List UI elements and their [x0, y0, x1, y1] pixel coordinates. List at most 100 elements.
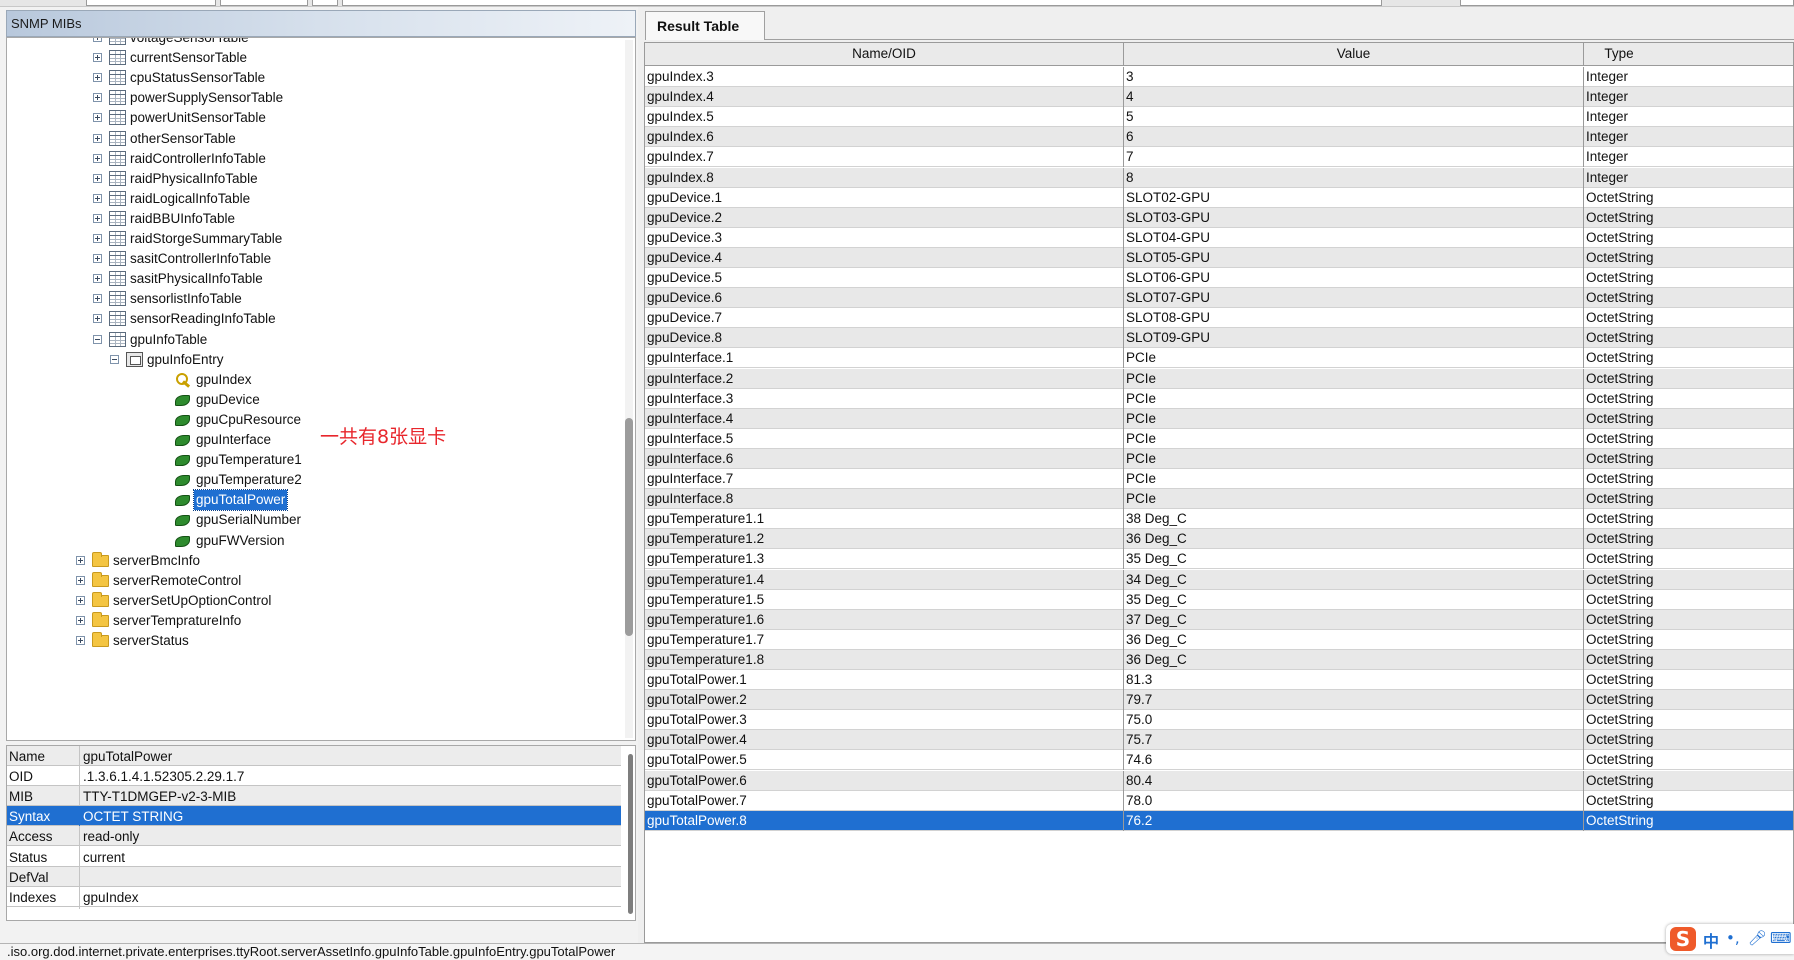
- table-row[interactable]: gpuTotalPower.5 74.6 OctetString: [645, 750, 1793, 771]
- property-row[interactable]: DefVal: [7, 866, 621, 889]
- table-row[interactable]: gpuIndex.5 5 Integer: [645, 107, 1793, 128]
- table-row[interactable]: gpuTemperature1.8 36 Deg_C OctetString: [645, 649, 1793, 670]
- expand-icon[interactable]: [93, 254, 102, 264]
- tree-node[interactable]: serverStatus: [7, 631, 537, 651]
- toolbar-field[interactable]: [1460, 0, 1794, 6]
- ime-logo-icon[interactable]: S: [1670, 927, 1696, 951]
- table-row[interactable]: gpuInterface.3 PCIe OctetString: [645, 388, 1793, 409]
- keyboard-icon[interactable]: ⌨: [1770, 929, 1792, 947]
- tree-node[interactable]: gpuTemperature2: [7, 470, 537, 490]
- expand-icon[interactable]: [93, 113, 102, 123]
- table-row[interactable]: gpuTemperature1.1 38 Deg_C OctetString: [645, 509, 1793, 530]
- column-header-value[interactable]: Value: [1124, 43, 1584, 66]
- table-row[interactable]: gpuIndex.6 6 Integer: [645, 127, 1793, 148]
- table-row[interactable]: gpuDevice.4 SLOT05-GPU OctetString: [645, 247, 1793, 268]
- expand-icon[interactable]: [93, 38, 102, 42]
- table-row[interactable]: gpuDevice.6 SLOT07-GPU OctetString: [645, 288, 1793, 309]
- table-row[interactable]: gpuInterface.7 PCIe OctetString: [645, 469, 1793, 490]
- expand-icon[interactable]: [93, 213, 102, 223]
- tree-node[interactable]: raidPhysicalInfoTable: [7, 169, 537, 189]
- tree-node[interactable]: sasitPhysicalInfoTable: [7, 269, 537, 289]
- tree-node[interactable]: gpuCpuResource: [7, 410, 537, 430]
- property-row[interactable]: Indexes gpuIndex: [7, 886, 621, 909]
- toolbar-field[interactable]: [220, 0, 308, 6]
- tree-node[interactable]: gpuFWVersion: [7, 531, 537, 551]
- tree-node[interactable]: raidLogicalInfoTable: [7, 189, 537, 209]
- table-row[interactable]: gpuDevice.3 SLOT04-GPU OctetString: [645, 227, 1793, 248]
- expand-icon[interactable]: [93, 193, 102, 203]
- table-row[interactable]: gpuInterface.2 PCIe OctetString: [645, 368, 1793, 389]
- expand-icon[interactable]: [93, 53, 102, 63]
- expand-icon[interactable]: [93, 294, 102, 304]
- expand-icon[interactable]: [76, 636, 85, 645]
- table-row[interactable]: gpuTotalPower.8 76.2 OctetString: [645, 810, 1793, 831]
- expand-icon[interactable]: [93, 153, 102, 163]
- table-row[interactable]: gpuTotalPower.1 81.3 OctetString: [645, 670, 1793, 691]
- table-row[interactable]: gpuIndex.8 8 Integer: [645, 167, 1793, 188]
- tree-node[interactable]: gpuInfoEntry: [7, 350, 537, 370]
- property-row[interactable]: Name gpuTotalPower: [7, 746, 621, 768]
- tree-node[interactable]: serverTempratureInfo: [7, 611, 537, 631]
- table-row[interactable]: gpuInterface.5 PCIe OctetString: [645, 428, 1793, 449]
- tree-node[interactable]: serverBmcInfo: [7, 551, 537, 571]
- tree-node[interactable]: powerUnitSensorTable: [7, 108, 537, 128]
- expand-icon[interactable]: [76, 575, 85, 585]
- tree-node[interactable]: gpuDevice: [7, 390, 537, 410]
- tree-node[interactable]: cpuStatusSensorTable: [7, 68, 537, 88]
- table-row[interactable]: gpuDevice.5 SLOT06-GPU OctetString: [645, 268, 1793, 289]
- tree-node[interactable]: sensorReadingInfoTable: [7, 309, 537, 329]
- table-row[interactable]: gpuTotalPower.7 78.0 OctetString: [645, 790, 1793, 811]
- expand-icon[interactable]: [93, 73, 102, 83]
- mib-tree[interactable]: voltageSensorTable currentSensorTable cpuS…: [6, 37, 636, 741]
- expand-icon[interactable]: [93, 314, 102, 324]
- column-header-name-oid[interactable]: Name/OID: [645, 43, 1124, 66]
- tree-node[interactable]: powerSupplySensorTable: [7, 88, 537, 108]
- toolbar-button[interactable]: [312, 0, 338, 6]
- tree-scrollbar[interactable]: [625, 40, 633, 738]
- expand-icon[interactable]: [76, 555, 85, 565]
- table-row[interactable]: gpuTemperature1.6 37 Deg_C OctetString: [645, 609, 1793, 630]
- table-row[interactable]: gpuInterface.1 PCIe OctetString: [645, 348, 1793, 369]
- properties-scrollbar[interactable]: [628, 754, 633, 914]
- tree-node[interactable]: raidControllerInfoTable: [7, 149, 537, 169]
- table-row[interactable]: gpuTemperature1.4 34 Deg_C OctetString: [645, 569, 1793, 590]
- expand-icon[interactable]: [93, 173, 102, 183]
- toolbar-field[interactable]: [342, 0, 1382, 6]
- table-row[interactable]: gpuIndex.7 7 Integer: [645, 147, 1793, 168]
- tree-node[interactable]: sensorlistInfoTable: [7, 289, 537, 309]
- table-row[interactable]: gpuTotalPower.2 79.7 OctetString: [645, 690, 1793, 711]
- property-row[interactable]: MIB TTY-T1DMGEP-v2-3-MIB: [7, 786, 621, 809]
- tree-node[interactable]: gpuTemperature1: [7, 450, 537, 470]
- collapse-icon[interactable]: [110, 354, 119, 364]
- table-row[interactable]: gpuDevice.8 SLOT09-GPU OctetString: [645, 328, 1793, 349]
- expand-icon[interactable]: [76, 615, 85, 625]
- table-row[interactable]: gpuInterface.4 PCIe OctetString: [645, 408, 1793, 429]
- tree-node[interactable]: gpuInterface: [7, 430, 537, 450]
- tree-node[interactable]: gpuSerialNumber: [7, 510, 537, 530]
- table-row[interactable]: gpuTemperature1.2 36 Deg_C OctetString: [645, 529, 1793, 550]
- property-row[interactable]: OID .1.3.6.1.4.1.52305.2.29.1.7: [7, 766, 621, 789]
- table-row[interactable]: gpuTotalPower.4 75.7 OctetString: [645, 730, 1793, 751]
- table-row[interactable]: gpuTotalPower.6 80.4 OctetString: [645, 770, 1793, 791]
- table-row[interactable]: gpuTemperature1.7 36 Deg_C OctetString: [645, 629, 1793, 650]
- tree-node[interactable]: gpuIndex: [7, 370, 537, 390]
- tree-scrollbar-thumb[interactable]: [625, 418, 633, 636]
- expand-icon[interactable]: [93, 234, 102, 243]
- tree-node[interactable]: otherSensorTable: [7, 129, 537, 149]
- expand-icon[interactable]: [76, 595, 85, 605]
- table-row[interactable]: gpuDevice.1 SLOT02-GPU OctetString: [645, 187, 1793, 208]
- expand-icon[interactable]: [93, 93, 102, 103]
- mic-icon[interactable]: 🎤︎: [1748, 929, 1767, 947]
- tree-node[interactable]: raidBBUInfoTable: [7, 209, 537, 229]
- table-row[interactable]: gpuInterface.8 PCIe OctetString: [645, 489, 1793, 510]
- tree-node[interactable]: gpuInfoTable: [7, 330, 537, 350]
- tree-node[interactable]: serverSetUpOptionControl: [7, 591, 537, 611]
- column-header-type[interactable]: Type: [1584, 43, 1654, 66]
- tree-node[interactable]: serverRemoteControl: [7, 571, 537, 591]
- table-row[interactable]: gpuIndex.4 4 Integer: [645, 87, 1793, 108]
- table-row[interactable]: gpuTotalPower.3 75.0 OctetString: [645, 710, 1793, 731]
- tree-node[interactable]: raidStorgeSummaryTable: [7, 229, 537, 249]
- tree-node[interactable]: voltageSensorTable: [7, 38, 537, 48]
- ime-punctuation-toggle[interactable]: •,: [1726, 929, 1740, 947]
- tree-node[interactable]: currentSensorTable: [7, 48, 537, 68]
